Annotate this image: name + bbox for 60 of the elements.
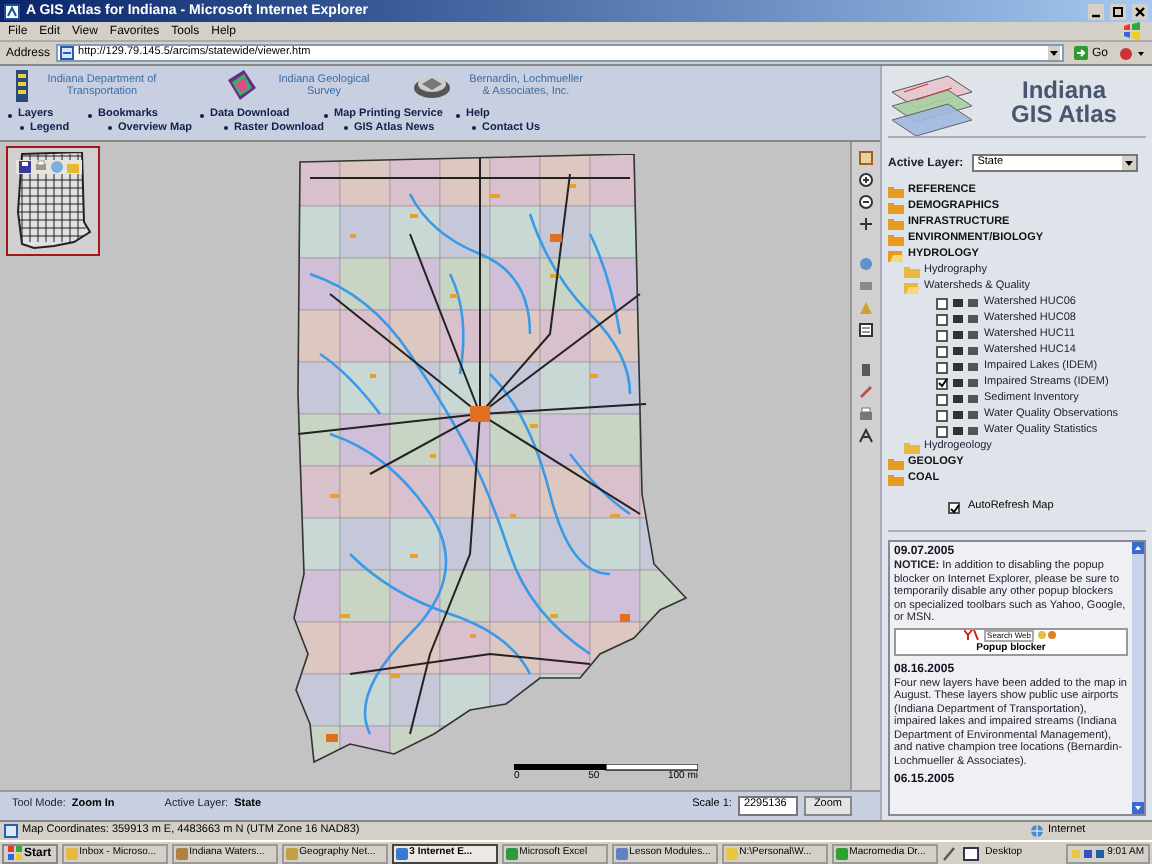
- folder-icon: [66, 160, 80, 174]
- page-icon: [4, 824, 18, 838]
- layer-checkbox[interactable]: [936, 409, 948, 421]
- colorful-book-logo-icon: [224, 68, 256, 102]
- dropdown-arrow-icon: [1122, 156, 1136, 170]
- layer-checkbox[interactable]: [936, 345, 948, 357]
- text-tool-icon: [858, 428, 874, 444]
- layer-symbol-icon: [952, 426, 980, 436]
- autorefresh-checkbox[interactable]: [948, 502, 960, 514]
- printer-icon: [34, 160, 48, 174]
- app-icon: [505, 847, 518, 859]
- maximize-icon: [1110, 3, 1126, 19]
- layer-checkbox[interactable]: [936, 329, 948, 341]
- layer-symbol-icon: [952, 298, 980, 308]
- popup-icons: [1038, 630, 1059, 640]
- query-icon: [858, 322, 874, 338]
- layer-symbol-icon: [952, 394, 980, 404]
- page-icon: [60, 46, 75, 60]
- layer-symbol-icon: [952, 314, 980, 324]
- dropdown-arrow-icon: [1047, 46, 1060, 60]
- app-icon: [835, 847, 848, 859]
- windows-logo-icon: [1120, 22, 1144, 40]
- zoom-in-icon: [858, 172, 874, 188]
- layer-symbol-icon: [952, 330, 980, 340]
- app-icon: [615, 847, 628, 859]
- browser-icon: [4, 3, 20, 19]
- tray-icons: [1071, 847, 1104, 859]
- layer-checkbox[interactable]: [936, 377, 948, 389]
- layer-checkbox[interactable]: [936, 393, 948, 405]
- y-logo-icon: [963, 630, 980, 640]
- scrollbar[interactable]: [1132, 542, 1144, 814]
- minimize-icon: [1088, 3, 1104, 19]
- windows-logo-icon: [8, 846, 22, 860]
- layer-checkbox[interactable]: [936, 297, 948, 309]
- checkmark-icon: [937, 378, 947, 388]
- app-icon: [175, 847, 188, 859]
- layer-checkbox[interactable]: [936, 313, 948, 325]
- app-icon: [725, 847, 738, 859]
- layer-checkbox[interactable]: [936, 425, 948, 437]
- go-arrow-icon: [1073, 46, 1088, 60]
- checkmark-icon: [949, 503, 959, 513]
- atlas-title: Indiana: [1021, 77, 1106, 101]
- layer-symbol-icon: [952, 362, 980, 372]
- layer-symbol-icon: [952, 378, 980, 388]
- toolbar-icon: [1118, 45, 1146, 61]
- layer-symbol-icon: [952, 410, 980, 420]
- atlas-title: GIS Atlas: [1011, 101, 1117, 125]
- app-icon: [65, 847, 78, 859]
- layer-symbol-icon: [952, 346, 980, 356]
- scroll-down-icon: [1132, 802, 1144, 814]
- scroll-up-icon: [1132, 542, 1144, 554]
- app-icon: [395, 847, 408, 859]
- zoom-out-icon: [858, 194, 874, 210]
- app-icon: [285, 847, 298, 859]
- tower-logo-icon: [16, 69, 28, 101]
- close-icon: [1132, 3, 1148, 19]
- pan-icon: [858, 216, 874, 232]
- layer-checkbox[interactable]: [936, 361, 948, 373]
- printer-icon: [858, 406, 874, 422]
- pencil-icon: [858, 384, 874, 400]
